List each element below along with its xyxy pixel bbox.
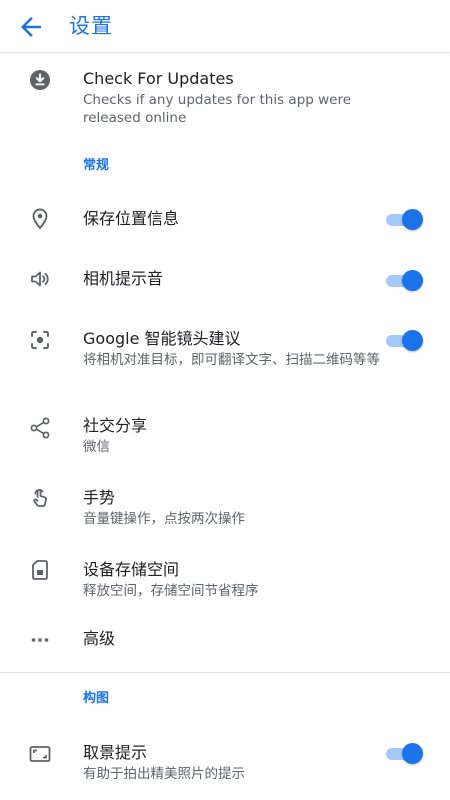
sd-card-icon [28, 558, 52, 582]
save-location-title: 保存位置信息 [83, 209, 180, 228]
section-divider [0, 672, 450, 673]
back-button[interactable] [16, 12, 46, 42]
gestures-item[interactable]: 手势 音量键操作，点按两次操作 [0, 482, 450, 534]
advanced-item[interactable]: 高级 [0, 622, 450, 658]
gesture-hand-icon [28, 486, 52, 510]
social-share-item[interactable]: 社交分享 微信 [0, 410, 450, 462]
social-share-title: 社交分享 [83, 416, 148, 435]
share-icon [28, 416, 52, 440]
google-lens-title: Google 智能镜头建议 [83, 329, 241, 348]
toggle-thumb [402, 270, 423, 291]
framing-hints-toggle[interactable] [386, 742, 424, 764]
section-composition: 构图 [83, 691, 110, 706]
storage-subtitle: 释放空间，存储空间节省程序 [83, 583, 259, 599]
page-title: 设置 [69, 14, 113, 38]
save-location-item[interactable]: 保存位置信息 [0, 200, 450, 240]
camera-sound-title: 相机提示音 [83, 269, 164, 288]
location-pin-icon [28, 207, 52, 231]
gestures-title: 手势 [83, 488, 116, 507]
lens-icon [28, 328, 52, 352]
framing-hints-title: 取景提示 [83, 743, 148, 762]
camera-sound-toggle[interactable] [386, 269, 424, 291]
toggle-thumb [402, 743, 423, 764]
check-updates-item[interactable]: Check For Updates Checks if any updates … [0, 52, 450, 132]
google-lens-item[interactable]: Google 智能镜头建议 将相机对准目标，即可翻译文字、扫描二维码等等 [0, 322, 450, 390]
advanced-title: 高级 [83, 629, 116, 648]
download-icon [28, 68, 52, 92]
toggle-thumb [402, 330, 423, 351]
app-bar: 设置 [0, 0, 450, 53]
save-location-toggle[interactable] [386, 208, 424, 230]
arrow-back-icon [21, 17, 41, 37]
google-lens-subtitle: 将相机对准目标，即可翻译文字、扫描二维码等等 [83, 352, 380, 368]
gestures-subtitle: 音量键操作，点按两次操作 [83, 511, 245, 527]
framing-hints-item[interactable]: 取景提示 有助于拍出精美照片的提示 [0, 738, 450, 794]
google-lens-toggle[interactable] [386, 329, 424, 351]
frame-icon [28, 742, 52, 766]
more-horiz-icon [28, 628, 52, 652]
section-general: 常规 [83, 158, 110, 173]
toggle-thumb [402, 209, 423, 230]
camera-sound-item[interactable]: 相机提示音 [0, 260, 450, 300]
storage-title: 设备存储空间 [83, 560, 180, 579]
framing-hints-subtitle: 有助于拍出精美照片的提示 [83, 766, 245, 782]
social-share-subtitle: 微信 [83, 439, 110, 455]
speaker-icon [28, 267, 52, 291]
storage-item[interactable]: 设备存储空间 释放空间，存储空间节省程序 [0, 554, 450, 606]
settings-list: Check For Updates Checks if any updates … [0, 52, 450, 800]
check-updates-title: Check For Updates [83, 69, 234, 88]
check-updates-subtitle: Checks if any updates for this app were … [83, 92, 352, 126]
